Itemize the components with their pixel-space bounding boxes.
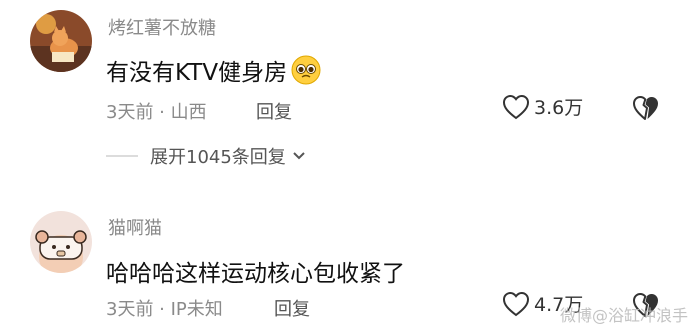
comment-item: 烤红薯不放糖 有没有KTV健身房 3天前 · 山西 回复 3.6万 展开1045… bbox=[0, 0, 690, 200]
comment-text-content: 哈哈哈这样运动核心包收紧了 bbox=[106, 261, 405, 287]
comment-time: 3天前 bbox=[106, 102, 154, 123]
expand-replies-button[interactable]: 展开1045条回复 bbox=[106, 143, 306, 169]
dislike-button[interactable] bbox=[632, 95, 660, 125]
username[interactable]: 猫啊猫 bbox=[108, 214, 162, 240]
heart-icon bbox=[502, 291, 530, 316]
reply-button[interactable]: 回复 bbox=[256, 98, 292, 124]
comment-location: IP未知 bbox=[170, 299, 223, 320]
comment-text: 哈哈哈这样运动核心包收紧了 bbox=[106, 254, 405, 288]
divider bbox=[106, 155, 138, 157]
comment-text: 有没有KTV健身房 bbox=[106, 53, 321, 87]
meta-separator: · bbox=[153, 102, 171, 123]
comment-text-content: 有没有KTV健身房 bbox=[106, 60, 288, 86]
meta-separator: · bbox=[153, 299, 171, 320]
like-count: 3.6万 bbox=[534, 97, 584, 119]
comment-meta: 3天前 · IP未知 bbox=[106, 295, 223, 321]
heart-icon bbox=[502, 94, 530, 119]
expand-replies-label: 展开1045条回复 bbox=[150, 147, 286, 168]
comment-meta: 3天前 · 山西 bbox=[106, 98, 207, 124]
avatar[interactable] bbox=[30, 211, 92, 273]
pleading-face-emoji bbox=[291, 55, 321, 85]
reply-button[interactable]: 回复 bbox=[274, 295, 310, 321]
chevron-down-icon bbox=[293, 152, 305, 160]
broken-heart-icon bbox=[633, 96, 658, 120]
comment-location: 山西 bbox=[170, 102, 207, 123]
username[interactable]: 烤红薯不放糖 bbox=[108, 14, 216, 40]
watermark: 微博@浴缸冲浪手 bbox=[560, 306, 689, 325]
avatar[interactable] bbox=[30, 10, 92, 72]
comment-time: 3天前 bbox=[106, 299, 154, 320]
like-button[interactable]: 3.6万 bbox=[502, 93, 583, 120]
